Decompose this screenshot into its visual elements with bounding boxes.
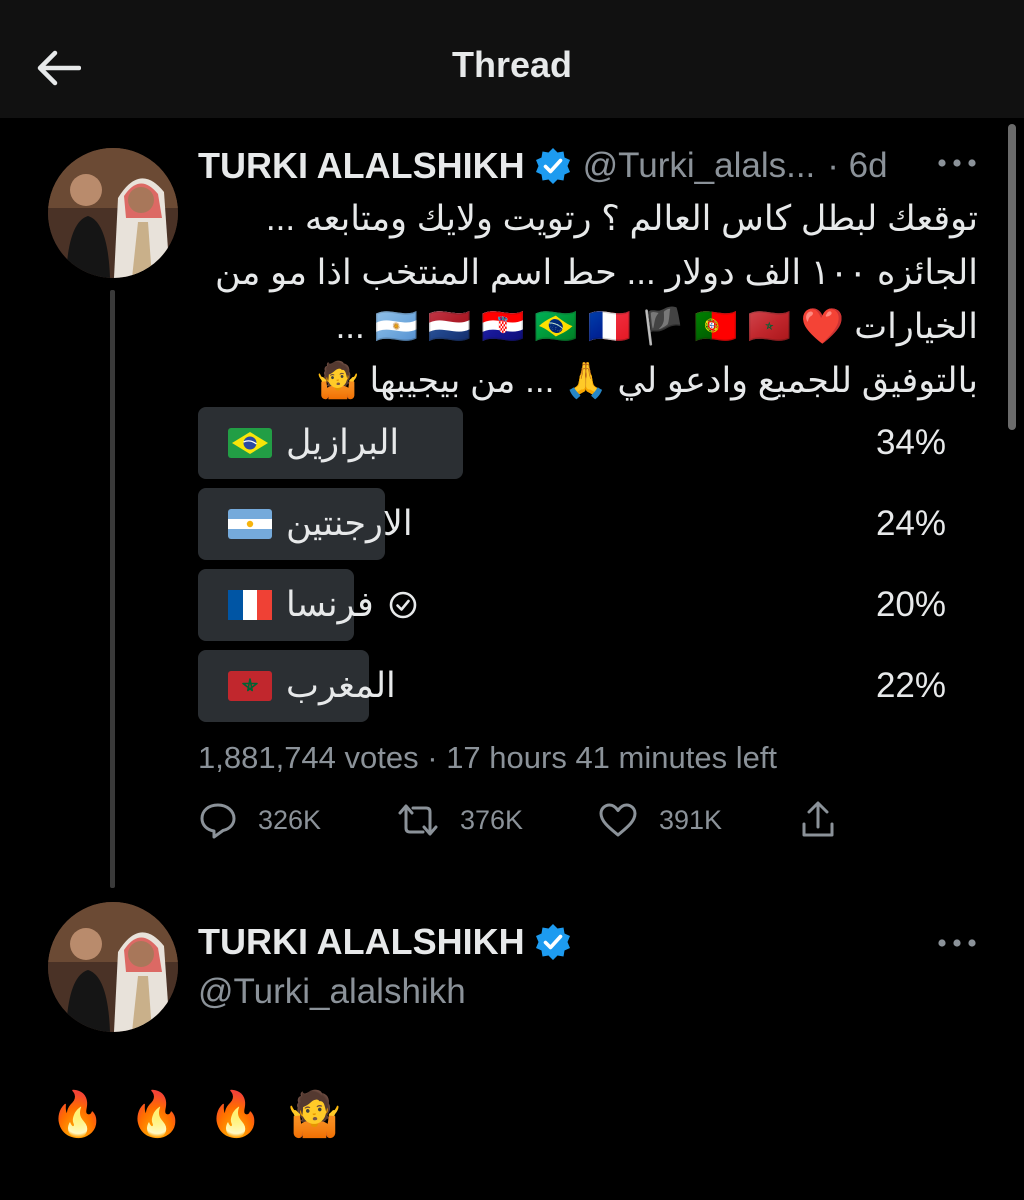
avatar[interactable] — [48, 148, 178, 278]
tweet-text-line: الخيارات ❤️ 🇦🇷 🇳🇱 🇭🇷 🇧🇷 🇫🇷 🏴 🇵🇹 🇲🇦 ... — [335, 307, 978, 346]
tweet-text-line: بالتوفيق للجميع وادعو لي 🙏 ... من بيجيبه… — [316, 361, 978, 400]
reply-text-content: 🔥 🔥 🔥 🤷 — [50, 1090, 348, 1139]
top-bar: Thread — [0, 0, 1024, 118]
argentina-flag-icon — [228, 509, 272, 539]
thread-connector — [110, 290, 115, 888]
verified-badge-icon — [533, 146, 573, 186]
share-button[interactable] — [798, 796, 838, 844]
poll-option-label: المغرب — [228, 650, 396, 722]
poll-meta: 1,881,744 votes · 17 hours 41 minutes le… — [198, 740, 777, 776]
poll-vote-count: 1,881,744 votes — [198, 740, 419, 775]
poll-option-label: فرنسا — [228, 569, 418, 641]
tweet-text-line: الجائزه ١٠٠ الف دولار ... حط اسم المنتخب… — [215, 253, 978, 292]
tweet-text: توقعك لبطل كاس العالم ؟ رتويت ولايك ومتا… — [198, 192, 978, 408]
author-name[interactable]: TURKI ALALSHIKH — [198, 145, 525, 187]
poll-option-text: فرنسا — [286, 585, 374, 624]
reply-count: 326K — [258, 804, 322, 835]
poll-option-label: البرازيل — [228, 407, 399, 479]
check-circle-icon — [388, 590, 418, 620]
poll-percentage: 24% — [875, 504, 946, 543]
poll-percentage: 20% — [875, 585, 946, 624]
more-horizontal-icon — [938, 939, 976, 947]
poll-option-text: الارجنتين — [286, 504, 413, 543]
scrollbar[interactable] — [1008, 124, 1016, 430]
author-handle[interactable]: @Turki_alalshikh — [198, 972, 466, 1012]
poll-option[interactable]: البرازيل 34% — [198, 407, 950, 479]
verified-badge-icon — [533, 922, 573, 962]
poll-percentage: 22% — [875, 666, 946, 705]
reply-icon — [200, 803, 236, 839]
separator-dot: · — [427, 740, 447, 775]
poll-time-left: 17 hours 41 minutes left — [446, 740, 778, 775]
avatar[interactable] — [48, 902, 178, 1032]
france-flag-icon — [228, 590, 272, 620]
more-horizontal-icon — [938, 159, 976, 167]
tweet-time[interactable]: · 6d — [827, 146, 887, 186]
more-options-button[interactable] — [932, 148, 982, 178]
morocco-flag-icon — [228, 671, 272, 701]
poll-option[interactable]: الارجنتين 24% — [198, 488, 950, 560]
reply-handle-row: @Turki_alalshikh — [198, 970, 466, 1014]
author-name[interactable]: TURKI ALALSHIKH — [198, 921, 525, 963]
poll-option[interactable]: المغرب 22% — [198, 650, 950, 722]
like-count: 391K — [659, 804, 723, 835]
heart-icon — [599, 803, 637, 837]
retweet-button[interactable]: 376K — [396, 796, 523, 844]
brazil-flag-icon — [228, 428, 272, 458]
poll-option-text: المغرب — [286, 666, 396, 705]
reply-button[interactable]: 326K — [198, 796, 321, 844]
retweet-icon — [398, 804, 438, 836]
page-title: Thread — [451, 44, 573, 85]
poll-option-label: الارجنتين — [228, 488, 413, 560]
tweet-author-row: TURKI ALALSHIKH @Turki_alals... · 6d — [198, 144, 888, 188]
retweet-count: 376K — [460, 804, 524, 835]
tweet-text-line: توقعك لبطل كاس العالم ؟ رتويت ولايك ومتا… — [265, 199, 978, 238]
author-handle[interactable]: @Turki_alals... — [583, 146, 816, 186]
poll-option[interactable]: فرنسا 20% — [198, 569, 950, 641]
like-button[interactable]: 391K — [597, 796, 722, 844]
poll-percentage: 34% — [875, 423, 946, 462]
poll-option-text: البرازيل — [286, 423, 400, 462]
reply-text: 🔥 🔥 🔥 🤷 — [50, 1088, 348, 1140]
more-options-button[interactable] — [932, 928, 982, 958]
reply-author-row: TURKI ALALSHIKH — [198, 920, 573, 964]
share-icon — [802, 801, 834, 837]
